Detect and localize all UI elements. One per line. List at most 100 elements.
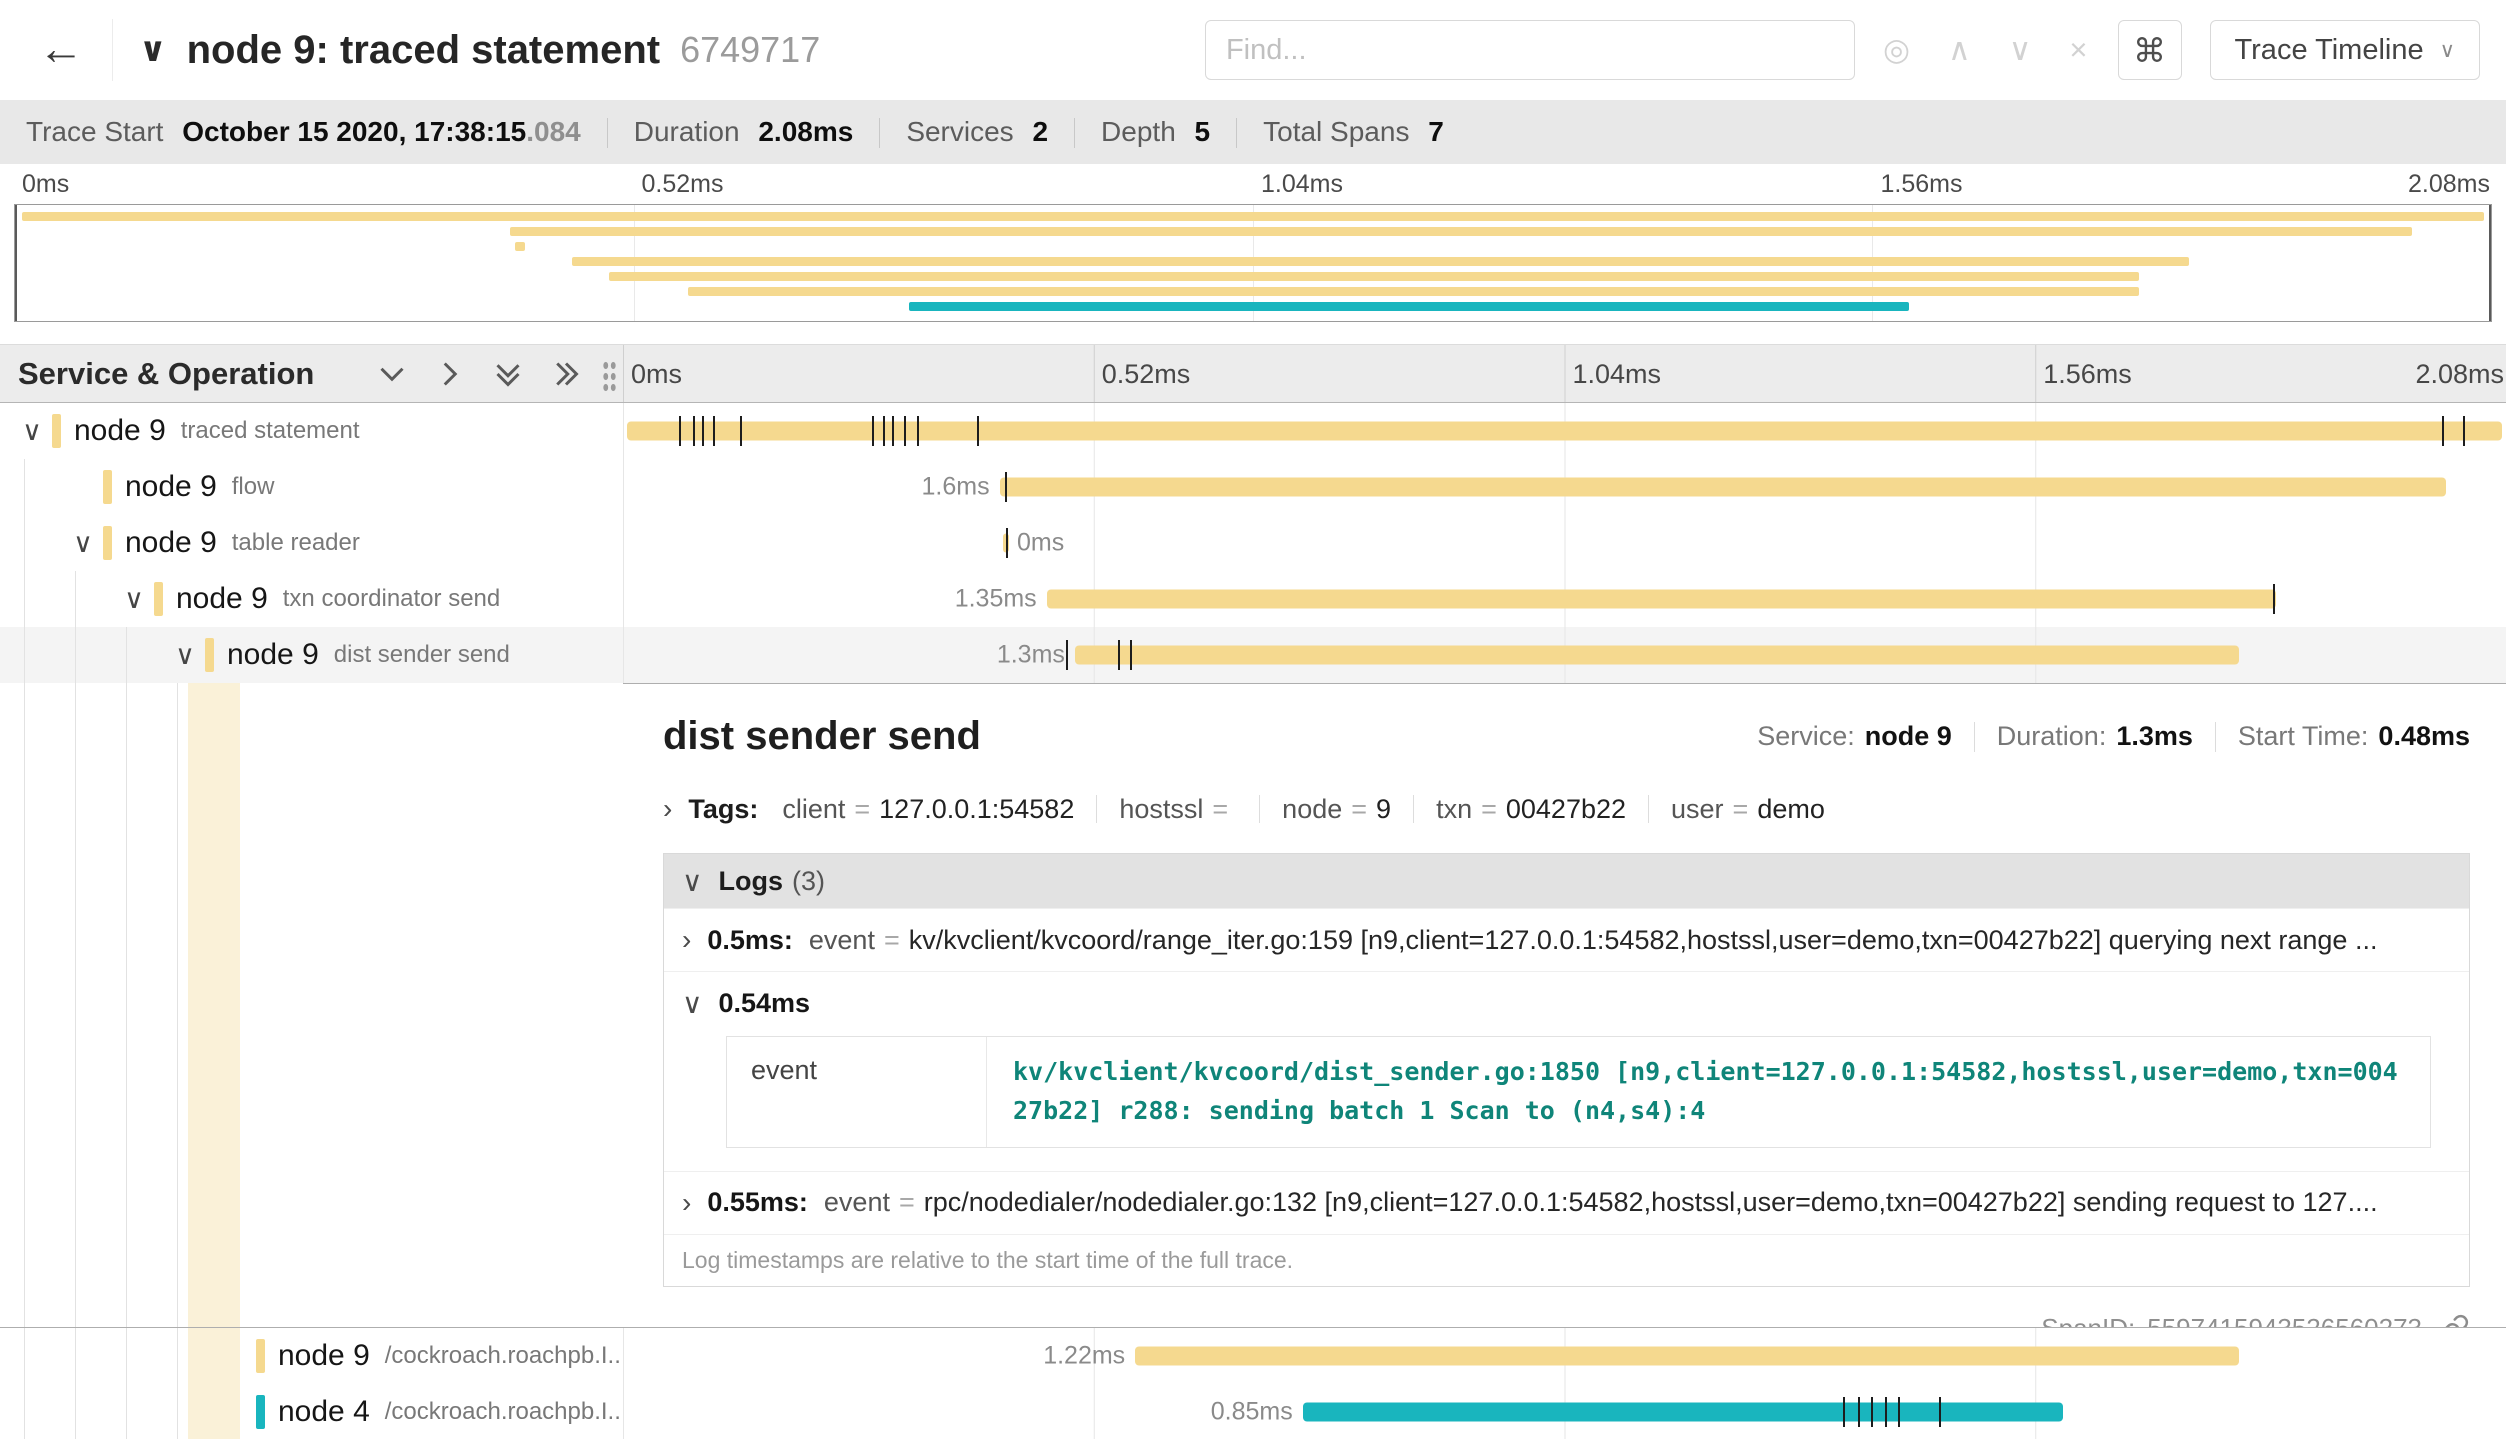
- span-bar[interactable]: [1047, 590, 2277, 609]
- indent-guide: [177, 683, 178, 1327]
- summary-value: 7: [1428, 116, 1444, 147]
- tag-value: 127.0.0.1:54582: [879, 794, 1074, 825]
- chevron-down-icon[interactable]: ∨: [2009, 32, 2032, 68]
- summary-label: Total Spans: [1263, 116, 1417, 147]
- separator: [607, 118, 608, 148]
- span-bar[interactable]: [1135, 1347, 2238, 1366]
- span-timeline-cell[interactable]: 1.35ms: [623, 571, 2506, 627]
- collapse-all-icon[interactable]: [494, 360, 522, 388]
- service-color-bar: [154, 582, 163, 616]
- chevron-right-icon[interactable]: ›: [682, 1187, 691, 1219]
- operation-name: /cockroach.roachpb.I...: [385, 1342, 623, 1370]
- span-timeline-cell[interactable]: 1.6ms: [623, 459, 2506, 515]
- chevron-up-icon[interactable]: ∧: [1948, 32, 1971, 68]
- expand-one-icon[interactable]: [436, 360, 464, 388]
- log-entry[interactable]: › 0.55ms: event = rpc/nodedialer/nodedia…: [664, 1171, 2469, 1234]
- separator: [879, 118, 880, 148]
- column-resizer-grip[interactable]: [602, 360, 617, 394]
- separator: [1074, 118, 1075, 148]
- chevron-right-icon[interactable]: ›: [663, 793, 672, 825]
- span-timeline-cell[interactable]: 1.22ms: [623, 1328, 2506, 1384]
- tag-key: user: [1671, 794, 1724, 825]
- equals-sign: =: [1212, 794, 1228, 825]
- span-row[interactable]: ∨node 9table reader0ms: [0, 515, 2506, 571]
- collapse-header-chevron-icon[interactable]: ∨: [139, 30, 167, 70]
- find-input[interactable]: [1205, 20, 1855, 80]
- service-value: node 9: [1865, 721, 1952, 752]
- log-key: event: [824, 1187, 890, 1218]
- log-entry-expanded[interactable]: ∨ 0.54ms event kv/kvclient/kvcoord/dist_…: [664, 971, 2469, 1171]
- span-row[interactable]: node 9/cockroach.roachpb.I...1.22ms: [0, 1328, 2506, 1384]
- span-bar[interactable]: [1000, 478, 2446, 497]
- span-timeline-cell[interactable]: 0.85ms: [623, 1384, 2506, 1439]
- time-tick-label: 2.08ms: [2415, 359, 2506, 390]
- tags-list: client=127.0.0.1:54582hostssl=node=9txn=…: [782, 794, 1825, 825]
- span-bar[interactable]: [627, 422, 2502, 441]
- span-toggle-chevron-down-icon[interactable]: ∨: [114, 584, 154, 615]
- span-bar[interactable]: [1075, 646, 2239, 665]
- log-entry[interactable]: › 0.5ms: event = kv/kvclient/kvcoord/ran…: [664, 908, 2469, 971]
- operation-name: /cockroach.roachpb.I...: [385, 1398, 623, 1426]
- tag-item: client=127.0.0.1:54582: [782, 794, 1074, 825]
- trace-id: 6749717: [680, 29, 820, 71]
- chevron-down-icon[interactable]: ∨: [682, 865, 703, 898]
- equals-sign: =: [1351, 794, 1367, 825]
- span-duration-label: 1.22ms: [955, 1342, 1125, 1371]
- collapse-one-icon[interactable]: [378, 360, 406, 388]
- service-name: node 9: [125, 470, 217, 504]
- service-name: node 9: [125, 526, 217, 560]
- log-marker: [2442, 416, 2444, 446]
- back-button[interactable]: ←: [26, 19, 113, 81]
- span-bar[interactable]: [1303, 1403, 2064, 1422]
- span-timeline-cell[interactable]: [623, 403, 2506, 459]
- log-marker: [1005, 472, 1007, 502]
- span-row[interactable]: node 9flow1.6ms: [0, 459, 2506, 515]
- span-row[interactable]: ∨node 9traced statement: [0, 403, 2506, 459]
- log-marker: [713, 416, 715, 446]
- span-duration-label: 1.6ms: [820, 473, 990, 502]
- service-color-bar: [52, 414, 61, 448]
- span-timeline-cell[interactable]: 0ms: [623, 515, 2506, 571]
- span-row[interactable]: node 4/cockroach.roachpb.I...0.85ms: [0, 1384, 2506, 1439]
- tag-key: node: [1282, 794, 1342, 825]
- span-detail-panel: dist sender send Service:node 9 Duration…: [623, 683, 2506, 1327]
- span-row[interactable]: ∨node 9txn coordinator send1.35ms: [0, 571, 2506, 627]
- log-marker: [1066, 640, 1068, 670]
- log-value: kv/kvclient/kvcoord/range_iter.go:159 [n…: [909, 925, 2378, 956]
- log-marker: [1898, 1397, 1900, 1427]
- span-tree-cell: ∨node 9traced statement: [0, 403, 623, 459]
- tag-value: demo: [1757, 794, 1825, 825]
- clear-icon[interactable]: ×: [2069, 32, 2087, 68]
- time-tick-label: 1.04ms: [1565, 359, 1662, 390]
- minimap-span-bar: [22, 212, 2483, 221]
- timeline-header-left: Service & Operation: [0, 345, 623, 402]
- tag-item: node=9: [1282, 794, 1391, 825]
- back-arrow-icon: ←: [38, 22, 84, 74]
- span-tree-cell: ∨node 9txn coordinator send: [0, 571, 623, 627]
- log-marker: [2273, 584, 2275, 614]
- separator: [1413, 795, 1414, 823]
- locate-icon[interactable]: ◎: [1883, 32, 1910, 68]
- service-name: node 9: [74, 414, 166, 448]
- span-toggle-chevron-down-icon[interactable]: ∨: [12, 416, 52, 447]
- indent-guide: [24, 627, 25, 683]
- chevron-down-icon[interactable]: ∨: [682, 987, 703, 1020]
- keyboard-shortcuts-button[interactable]: ⌘: [2118, 20, 2182, 80]
- service-color-bar: [103, 470, 112, 504]
- span-timeline-cell[interactable]: 1.3ms: [623, 627, 2506, 683]
- span-row[interactable]: ∨node 9dist sender send1.3ms: [0, 627, 2506, 683]
- expand-all-icon[interactable]: [552, 360, 580, 388]
- indent-guide: [24, 515, 25, 571]
- separator: [1259, 795, 1260, 823]
- minimap-canvas[interactable]: [14, 204, 2492, 322]
- trace-title-group[interactable]: ∨ node 9: traced statement 6749717: [139, 28, 820, 73]
- chevron-right-icon[interactable]: ›: [682, 924, 691, 956]
- span-toggle-chevron-down-icon[interactable]: ∨: [165, 640, 205, 671]
- trace-view-selector[interactable]: Trace Timeline ∨: [2210, 20, 2480, 80]
- tags-row[interactable]: › Tags: client=127.0.0.1:54582hostssl=no…: [663, 789, 2470, 829]
- operation-name: txn coordinator send: [283, 585, 500, 613]
- span-toggle-chevron-down-icon[interactable]: ∨: [63, 528, 103, 559]
- link-icon[interactable]: [2440, 1313, 2470, 1327]
- page-title: node 9: traced statement: [187, 28, 660, 73]
- logs-header[interactable]: ∨ Logs (3): [664, 854, 2469, 908]
